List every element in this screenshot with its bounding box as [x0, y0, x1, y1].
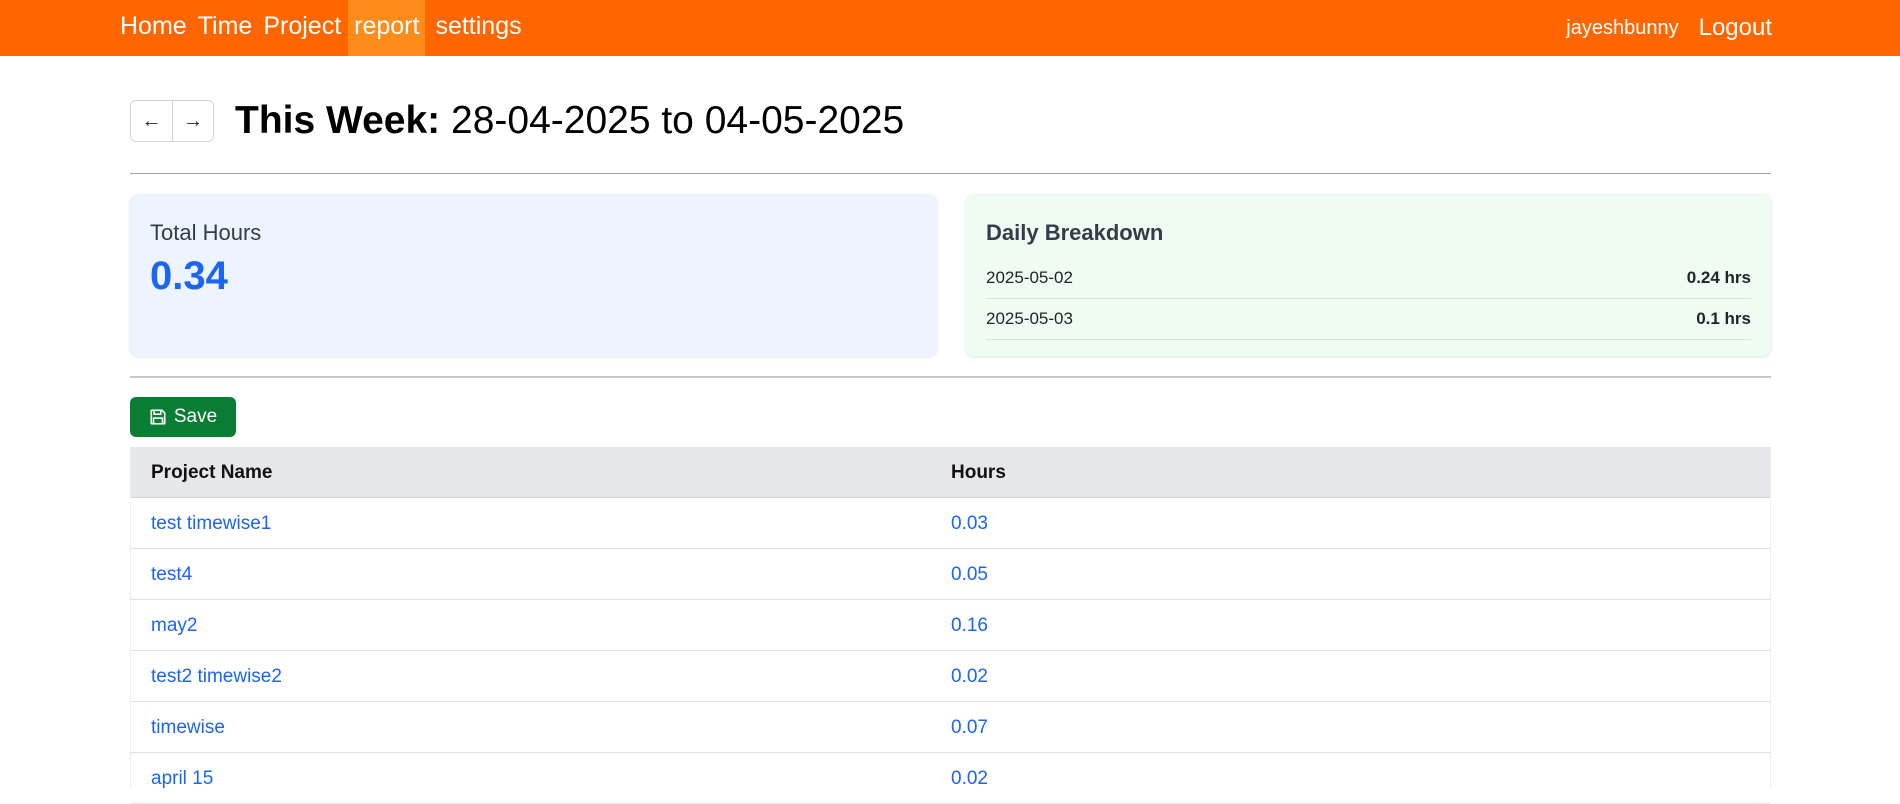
daily-hours: 0.1 hrs — [1696, 309, 1751, 328]
week-title-label: This Week: — [235, 99, 441, 142]
nav-links: Home Time Project report settings — [116, 0, 529, 56]
page-title: This Week: 28-04-2025 to 04-05-2025 — [235, 99, 904, 143]
save-button-label: Save — [173, 406, 218, 427]
total-hours-card: Total Hours 0.34 — [130, 194, 937, 356]
arrow-right-icon: → — [183, 109, 203, 132]
column-header-hours: Hours — [951, 462, 1006, 483]
project-name-cell[interactable]: timewise — [151, 717, 225, 739]
logout-link[interactable]: Logout — [1699, 14, 1772, 42]
table-row[interactable]: timewise 0.07 — [131, 702, 1770, 753]
daily-breakdown-card: Daily Breakdown 2025-05-02 0.24 hrs 2025… — [966, 194, 1771, 356]
arrow-left-icon: ← — [141, 109, 162, 132]
week-date-range: 28-04-2025 to 04-05-2025 — [451, 99, 905, 142]
daily-date: 2025-05-02 — [986, 268, 1073, 287]
table-row[interactable]: test timewise1 0.03 — [131, 498, 1770, 549]
floppy-disk-icon — [150, 409, 166, 425]
project-name-cell[interactable]: april 15 — [151, 768, 213, 790]
top-navbar: Home Time Project report settings jayesh… — [0, 0, 1900, 56]
nav-time[interactable]: Time — [194, 0, 257, 56]
project-name-cell[interactable]: test4 — [151, 564, 192, 586]
project-hours-table: Project Name Hours test timewise1 0.03 t… — [130, 447, 1771, 804]
week-header: ← → This Week: 28-04-2025 to 04-05-2025 — [130, 99, 904, 143]
table-row[interactable]: may2 0.16 — [131, 600, 1770, 651]
total-hours-value: 0.34 — [150, 254, 228, 298]
save-button[interactable]: Save — [130, 397, 236, 437]
table-row[interactable]: test2 timewise2 0.02 — [131, 651, 1770, 702]
nav-report[interactable]: report — [348, 0, 426, 56]
daily-row: 2025-05-02 0.24 hrs — [986, 258, 1751, 299]
next-week-button[interactable]: → — [172, 101, 213, 141]
table-row[interactable]: april 15 0.02 — [131, 753, 1770, 804]
table-row[interactable]: test4 0.05 — [131, 549, 1770, 600]
project-name-cell[interactable]: test2 timewise2 — [151, 666, 282, 688]
table-header: Project Name Hours — [131, 447, 1770, 498]
nav-user-area: jayeshbunny Logout — [1566, 0, 1772, 56]
project-hours-cell[interactable]: 0.07 — [951, 717, 988, 739]
total-hours-label: Total Hours — [150, 220, 262, 245]
divider-middle — [130, 376, 1771, 378]
nav-settings[interactable]: settings — [431, 0, 525, 56]
project-name-cell[interactable]: test timewise1 — [151, 513, 271, 535]
daily-date: 2025-05-03 — [986, 309, 1073, 328]
nav-home[interactable]: Home — [116, 0, 191, 56]
week-nav-group: ← → — [130, 100, 214, 142]
project-hours-cell[interactable]: 0.05 — [951, 564, 988, 586]
project-hours-cell[interactable]: 0.02 — [951, 768, 988, 790]
project-name-cell[interactable]: may2 — [151, 615, 197, 637]
daily-breakdown-heading: Daily Breakdown — [986, 220, 1164, 245]
divider-top — [130, 173, 1771, 174]
project-hours-cell[interactable]: 0.02 — [951, 666, 988, 688]
prev-week-button[interactable]: ← — [131, 101, 172, 141]
username-label: jayeshbunny — [1566, 16, 1679, 39]
project-hours-cell[interactable]: 0.03 — [951, 513, 988, 535]
daily-row: 2025-05-03 0.1 hrs — [986, 299, 1751, 340]
nav-project[interactable]: Project — [259, 0, 345, 56]
column-header-project-name: Project Name — [151, 462, 273, 483]
project-hours-cell[interactable]: 0.16 — [951, 615, 988, 637]
daily-hours: 0.24 hrs — [1686, 268, 1751, 287]
